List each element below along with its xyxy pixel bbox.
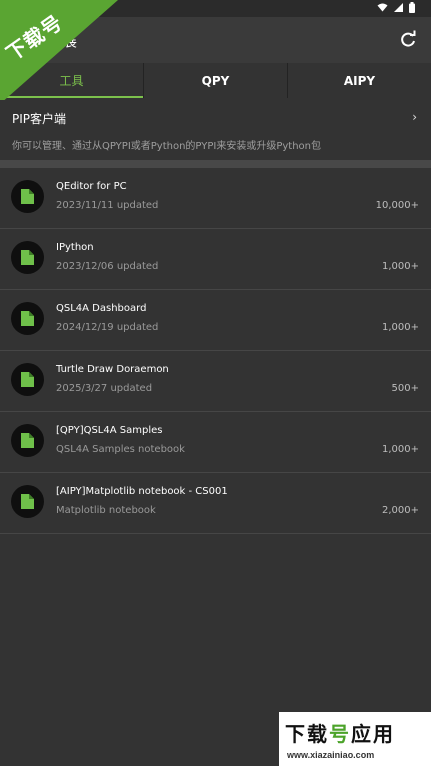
item-count: 2,000+ [381,505,419,516]
watermark-brand-text: 下载号应用 [285,718,395,747]
item-subtitle: QSL4A Samples notebook [56,444,185,455]
file-icon [21,494,34,509]
tab-qpy[interactable]: QPY [144,63,288,98]
item-title: IPython [56,242,94,253]
refresh-button[interactable] [397,29,419,51]
item-title: Turtle Draw Doraemon [56,364,169,375]
item-count: 1,000+ [381,444,419,455]
file-icon [21,250,34,265]
avatar [11,180,44,213]
list-item[interactable]: Turtle Draw Doraemon 2025/3/27 updated 5… [0,351,431,412]
item-count: 1,000+ [381,322,419,333]
file-icon [21,189,34,204]
item-title: [QPY]QSL4A Samples [56,425,163,436]
item-count: 1,000+ [381,261,419,272]
pip-description: 你可以管理、通过从QPYPI或者Python的PYPI来安装或升级Python包 [12,141,321,152]
file-icon [21,372,34,387]
pip-client-item[interactable]: PIP客户端 › 你可以管理、通过从QPYPI或者Python的PYPI来安装或… [0,98,431,160]
watermark-brand-part1: 下载 [285,722,329,746]
item-subtitle: 2023/12/06 updated [56,261,159,272]
tab-aipy[interactable]: AIPY [288,63,431,98]
watermark-brand-part2: 号 [329,722,351,746]
battery-icon [409,2,415,13]
item-count: 500+ [391,383,419,394]
watermark-brand-part3: 应用 [351,722,395,746]
avatar [11,363,44,396]
pip-title: PIP客户端 [12,112,67,126]
avatar [11,424,44,457]
refresh-icon [401,30,416,47]
list-item[interactable]: QSL4A Dashboard 2024/12/19 updated 1,000… [0,290,431,351]
wifi-icon [377,3,388,12]
item-count: 10,000+ [375,200,419,211]
signal-icon [394,3,403,12]
tool-list: QEditor for PC 2023/11/11 updated 10,000… [0,168,431,534]
list-item[interactable]: [AIPY]Matplotlib notebook - CS001 Matplo… [0,473,431,534]
file-icon [21,311,34,326]
chevron-right-icon: › [412,110,417,124]
watermark-brand: 下载号应用 www.xiazainiao.com [279,712,431,766]
section-divider [0,160,431,168]
list-item[interactable]: IPython 2023/12/06 updated 1,000+ [0,229,431,290]
avatar [11,485,44,518]
item-title: QSL4A Dashboard [56,303,147,314]
item-title: QEditor for PC [56,181,127,192]
watermark-corner: 下载号 [0,0,120,100]
item-subtitle: 2025/3/27 updated [56,383,153,394]
item-subtitle: 2024/12/19 updated [56,322,159,333]
item-title: [AIPY]Matplotlib notebook - CS001 [56,486,228,497]
avatar [11,302,44,335]
item-subtitle: Matplotlib notebook [56,505,156,516]
list-item[interactable]: [QPY]QSL4A Samples QSL4A Samples noteboo… [0,412,431,473]
avatar [11,241,44,274]
item-subtitle: 2023/11/11 updated [56,200,159,211]
list-item[interactable]: QEditor for PC 2023/11/11 updated 10,000… [0,168,431,229]
watermark-url: www.xiazainiao.com [287,750,375,760]
file-icon [21,433,34,448]
